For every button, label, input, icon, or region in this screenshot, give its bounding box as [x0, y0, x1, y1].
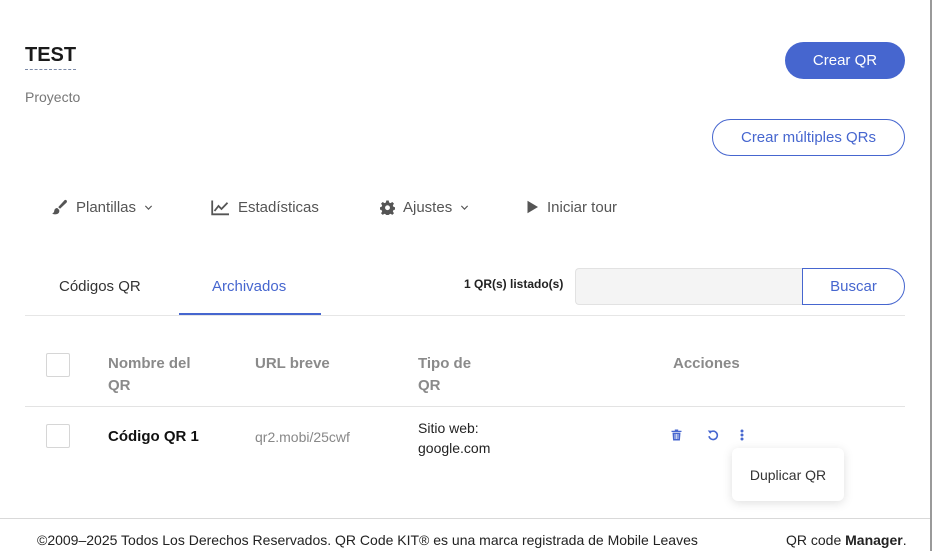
more-vertical-icon[interactable] [735, 428, 749, 442]
project-subtitle: Proyecto [25, 89, 81, 105]
nav-stats[interactable]: Estadísticas [211, 196, 319, 218]
nav-templates[interactable]: Plantillas [51, 196, 153, 218]
chevron-down-icon [460, 203, 469, 212]
nav-settings[interactable]: Ajustes [380, 196, 469, 218]
row-name[interactable]: Código QR 1 [108, 428, 199, 445]
column-header-name: Nombre del QR [108, 353, 191, 397]
create-qr-button[interactable]: Crear QR [785, 42, 905, 79]
footer-brand-bold: Manager [845, 532, 903, 548]
nav-stats-label: Estadísticas [238, 198, 319, 216]
select-all-checkbox[interactable] [46, 353, 70, 377]
brush-icon [51, 199, 68, 216]
footer-brand-prefix: QR code [786, 532, 846, 548]
column-header-url: URL breve [255, 355, 330, 372]
nav-tour-label: Iniciar tour [547, 198, 618, 216]
line-chart-icon [211, 199, 230, 216]
footer-divider [0, 518, 930, 519]
duplicate-qr-menu-item[interactable]: Duplicar QR [750, 467, 826, 483]
search-input[interactable] [575, 268, 803, 305]
column-header-name-line1: Nombre del [108, 355, 191, 372]
qr-count-label: 1 QR(s) listado(s) [464, 277, 564, 291]
tab-qr-codes[interactable]: Códigos QR [59, 278, 141, 298]
nav-templates-label: Plantillas [76, 198, 137, 216]
footer-brand: QR code Manager. [786, 532, 907, 548]
header-divider [25, 406, 905, 407]
footer-copyright: ©2009–2025 Todos Los Derechos Reservados… [37, 532, 698, 548]
row-short-url[interactable]: qr2.mobi/25cwf [255, 429, 350, 445]
nav-tour[interactable]: Iniciar tour [526, 196, 617, 218]
row-type-label: Sitio web: [418, 420, 479, 436]
chevron-down-icon [144, 203, 153, 212]
footer-brand-suffix: . [902, 532, 907, 548]
column-header-actions: Acciones [673, 355, 740, 372]
tab-archived[interactable]: Archivados [212, 278, 286, 298]
row-checkbox[interactable] [46, 424, 70, 448]
column-header-type-line1: Tipo de [418, 355, 472, 372]
create-multiple-qrs-button[interactable]: Crear múltiples QRs [712, 119, 905, 156]
nav-settings-label: Ajustes [403, 198, 453, 216]
search-button[interactable]: Buscar [802, 268, 905, 305]
actions-dropdown: Duplicar QR [732, 448, 844, 501]
column-header-type-line2: QR [418, 377, 441, 394]
row-type: Sitio web: google.com [418, 418, 490, 458]
column-header-name-line2: QR [108, 377, 131, 394]
tabs-divider [25, 315, 905, 316]
trash-icon[interactable] [669, 428, 683, 442]
row-type-value: google.com [418, 440, 491, 456]
column-header-type: Tipo de QR [418, 353, 471, 397]
play-icon [526, 200, 539, 214]
project-title[interactable]: TEST [25, 44, 77, 70]
restore-icon[interactable] [706, 428, 720, 442]
gear-icon [380, 199, 395, 215]
